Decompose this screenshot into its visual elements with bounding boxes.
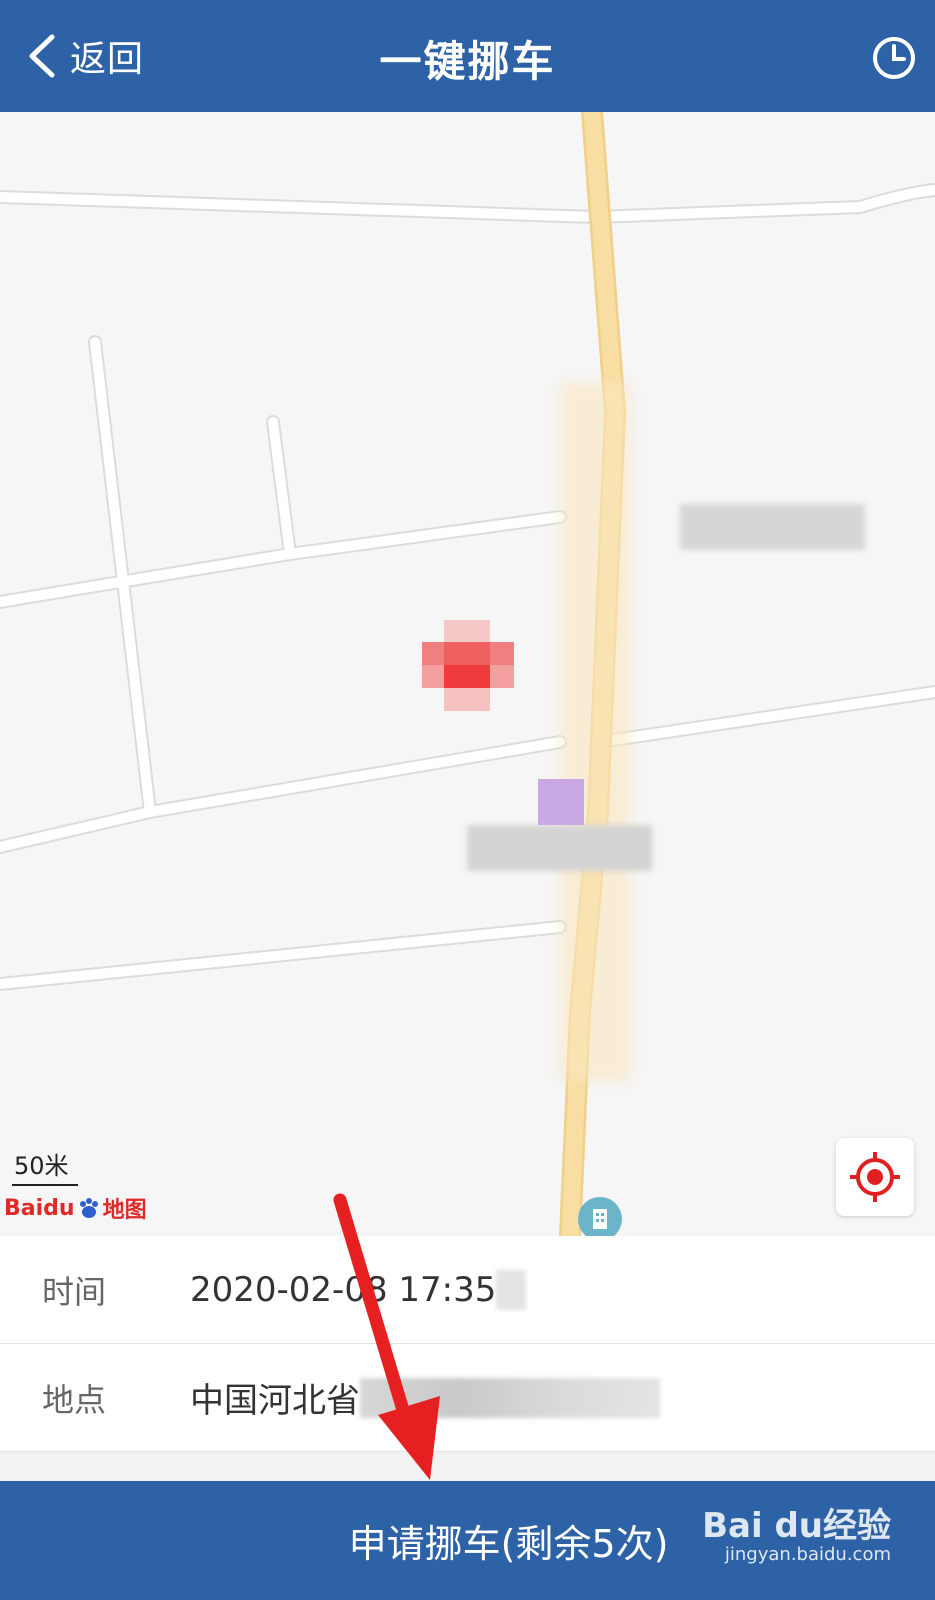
blurred-place-label — [467, 825, 652, 871]
baidu-map-logo: Baidu 地图 — [4, 1192, 147, 1224]
time-label: 时间 — [42, 1272, 107, 1311]
info-panel: 时间 2020-02-08 17:35 地点 中国河北省 — [0, 1236, 935, 1482]
location-marker[interactable] — [422, 620, 514, 712]
baidu-logo-text: Baidu — [4, 1195, 75, 1221]
top-nav-bar: 返回 一键挪车 — [0, 0, 935, 112]
locate-me-button[interactable] — [836, 1138, 914, 1216]
time-value: 2020-02-08 17:35 — [190, 1269, 497, 1310]
time-row: 时间 2020-02-08 17:35 — [0, 1236, 935, 1344]
location-row: 地点 中国河北省 — [0, 1344, 935, 1452]
map-view[interactable]: 50米 Baidu 地图 — [0, 112, 935, 1236]
page-title: 一键挪车 — [379, 37, 556, 86]
baidu-logo-suffix: 地图 — [102, 1198, 147, 1223]
crosshair-icon — [850, 1152, 900, 1202]
watermark-url: jingyan.baidu.com — [724, 1544, 891, 1566]
poi-marker-purple — [538, 779, 584, 825]
location-label: 地点 — [42, 1380, 107, 1419]
clock-history-icon[interactable] — [871, 35, 917, 81]
map-scale: 50米 — [12, 1146, 78, 1186]
blurred-place-label — [680, 504, 865, 550]
blurred-address — [360, 1377, 660, 1418]
paw-icon — [79, 1198, 98, 1218]
blurred-text — [496, 1269, 527, 1310]
jingyan-watermark: Bai du经验 jingyan.baidu.com — [702, 1506, 891, 1566]
building-icon — [578, 1197, 622, 1236]
watermark-brand: Bai du经验 — [702, 1506, 891, 1546]
request-button-label: 申请挪车(剩余5次) — [348, 1522, 669, 1566]
blurred-road-label — [560, 382, 630, 1082]
location-value: 中国河北省 — [190, 1381, 360, 1421]
